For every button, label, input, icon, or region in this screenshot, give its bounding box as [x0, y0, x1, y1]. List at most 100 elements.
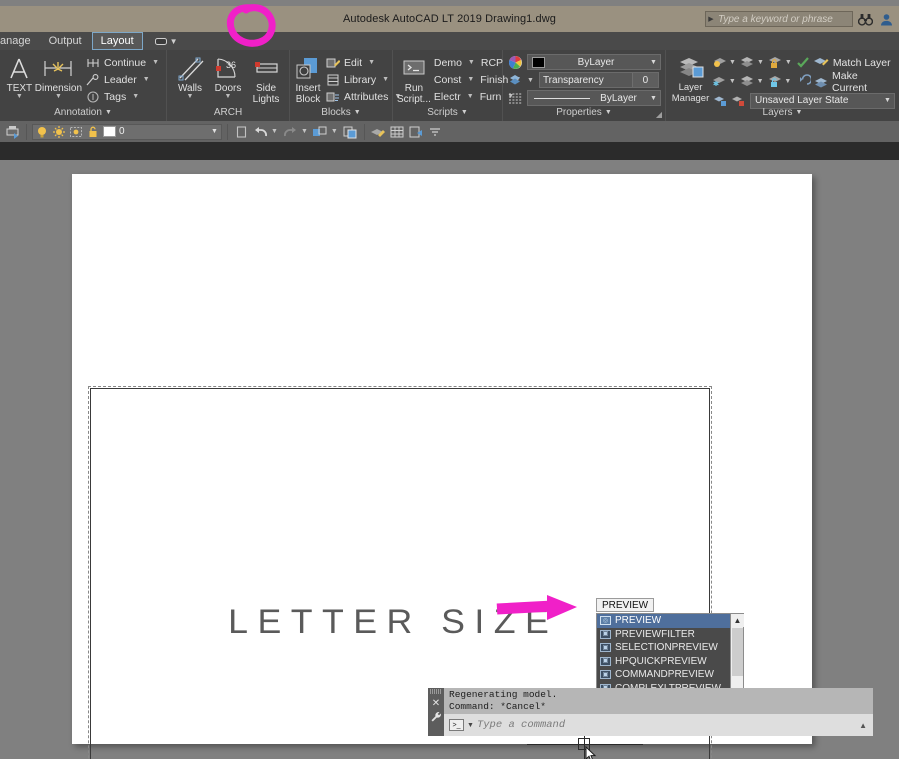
chevron-down-icon[interactable]: ▼ [796, 109, 803, 116]
layer-unisolate-icon[interactable] [795, 55, 812, 71]
scrollbar-thumb[interactable] [732, 628, 743, 676]
chevron-down-icon[interactable] [427, 123, 444, 140]
chevron-down-icon[interactable]: ▼ [467, 93, 474, 100]
electr-button[interactable]: Electr ▼ [431, 88, 477, 105]
ribbon-display-options[interactable]: ▼ [154, 37, 178, 46]
export-icon[interactable] [408, 123, 425, 140]
chevron-down-icon[interactable]: ▼ [527, 77, 534, 84]
panel-title-arch[interactable]: ARCH [167, 104, 289, 121]
layer-lock-icon[interactable] [767, 55, 784, 71]
copy-icon[interactable] [342, 123, 359, 140]
chevron-down-icon[interactable]: ▼ [143, 76, 150, 83]
tab-layout[interactable]: Layout [91, 32, 143, 50]
panel-title-blocks[interactable]: Blocks ▼ [290, 104, 392, 121]
drag-handle[interactable] [430, 689, 442, 694]
current-layer-combo[interactable]: 0 ▼ [32, 123, 222, 140]
text-button[interactable]: TEXT ▼ [4, 53, 35, 100]
walls-button[interactable]: Walls ▼ [171, 53, 209, 100]
run-script-button[interactable]: Run Script... [397, 53, 431, 105]
panel-title-scripts[interactable]: Scripts ▼ [393, 104, 502, 121]
binoculars-icon[interactable] [857, 10, 874, 28]
chevron-down-icon[interactable]: ▼ [467, 76, 474, 83]
chevron-down-icon[interactable]: ▼ [647, 95, 660, 102]
make-current-label[interactable]: Make Current [832, 70, 895, 94]
transparency-icon[interactable] [507, 72, 524, 88]
panel-title-properties[interactable]: Properties ▼ [503, 104, 665, 121]
table-icon[interactable] [389, 123, 406, 140]
chevron-down-icon[interactable]: ▼ [647, 59, 660, 66]
chevron-down-icon[interactable]: ▼ [55, 93, 62, 100]
command-input-row[interactable]: >_ ▼ [444, 714, 873, 736]
chevron-down-icon[interactable]: ▼ [301, 128, 308, 135]
chevron-down-icon[interactable]: ▼ [468, 59, 475, 66]
properties-dialog-launcher-icon[interactable]: ◢ [656, 110, 662, 119]
chevron-down-icon[interactable]: ▼ [784, 78, 791, 85]
chevron-down-icon[interactable]: ▼ [331, 128, 338, 135]
tab-output[interactable]: Output [41, 33, 90, 49]
user-account-icon[interactable] [878, 10, 895, 28]
panel-title-annotation[interactable]: Annotation ▼ [0, 104, 166, 121]
layer-isolate-icon[interactable] [739, 55, 756, 71]
const-button[interactable]: Const ▼ [431, 71, 477, 88]
chevron-down-icon[interactable]: ▼ [354, 109, 361, 116]
color-combo[interactable]: ByLayer ▼ [527, 54, 661, 70]
lightbulb-on-icon[interactable] [33, 123, 50, 140]
command-input[interactable] [476, 719, 873, 731]
chevron-down-icon[interactable]: ▼ [152, 59, 159, 66]
chevron-down-icon[interactable]: ▼ [605, 109, 612, 116]
chevron-down-icon[interactable]: ▼ [461, 109, 468, 116]
chevron-down-icon[interactable]: ▼ [105, 109, 112, 116]
make-current-icon[interactable] [812, 74, 829, 90]
new-layer-icon[interactable] [233, 123, 250, 140]
chevron-down-icon[interactable]: ▼ [170, 37, 178, 46]
side-lights-button[interactable]: Side Lights [247, 53, 285, 105]
block-attributes-button[interactable]: Attributes ▼ [322, 88, 404, 105]
chevron-down-icon[interactable]: ▼ [757, 78, 764, 85]
command-prompt-icon[interactable]: >_ [449, 719, 464, 731]
dimension-button[interactable]: Dimension ▼ [35, 53, 82, 100]
layer-manager-button[interactable]: Layer Manager [670, 52, 711, 104]
doors-button[interactable]: 36 Doors ▼ [209, 53, 247, 100]
list-item[interactable]: ▣ COMMANDPREVIEW [597, 668, 730, 682]
block-library-button[interactable]: Library ▼ [322, 71, 404, 88]
chevron-down-icon[interactable]: ▼ [467, 722, 474, 729]
block-edit-button[interactable]: Edit ▼ [322, 54, 404, 71]
wrench-icon[interactable] [429, 710, 443, 724]
chevron-down-icon[interactable]: ▼ [368, 59, 375, 66]
match-layer-label[interactable]: Match Layer [833, 57, 891, 69]
list-item[interactable]: ▣ HPQUICKPREVIEW [597, 655, 730, 669]
panel-title-layers[interactable]: Layers ▼ [666, 104, 899, 121]
layer-thaw-icon[interactable] [739, 74, 756, 90]
search-box[interactable]: ▶ [705, 11, 853, 27]
transparency-field[interactable]: Transparency 0 [538, 72, 659, 88]
viewport-freeze-icon[interactable] [67, 123, 84, 140]
list-item[interactable]: ▣ PREVIEWFILTER [597, 628, 730, 642]
chevron-down-icon[interactable]: ▼ [208, 128, 221, 135]
close-icon[interactable]: ✕ [429, 696, 443, 710]
unlock-icon[interactable] [84, 123, 101, 140]
chevron-down-icon[interactable]: ▼ [729, 78, 736, 85]
layer-unlock-icon[interactable] [767, 74, 784, 90]
scroll-up-icon[interactable]: ▲ [731, 614, 744, 627]
list-item[interactable]: ▣ SELECTIONPREVIEW [597, 641, 730, 655]
redo-icon[interactable] [282, 123, 299, 140]
chevron-down-icon[interactable]: ▼ [16, 93, 23, 100]
chevron-down-icon[interactable]: ▼ [187, 93, 194, 100]
continue-button[interactable]: Continue ▼ [82, 54, 162, 71]
drawing-canvas[interactable]: LETTER SIZE [0, 160, 899, 759]
move-icon[interactable] [312, 123, 329, 140]
expand-icon[interactable]: ▲ [859, 721, 867, 730]
plot-icon[interactable] [4, 123, 21, 140]
search-input[interactable] [716, 12, 852, 26]
layer-on-off-icon[interactable] [711, 55, 728, 71]
list-item[interactable]: ◎ PREVIEW [597, 614, 730, 628]
chevron-down-icon[interactable]: ▼ [757, 59, 764, 66]
chevron-down-icon[interactable]: ▼ [881, 97, 894, 104]
chevron-down-icon[interactable]: ▼ [132, 93, 139, 100]
layer-freeze-icon[interactable] [711, 74, 728, 90]
chevron-down-icon[interactable]: ▼ [729, 59, 736, 66]
demo-button[interactable]: Demo ▼ [431, 54, 478, 71]
match-properties-icon[interactable] [370, 123, 387, 140]
tags-button[interactable]: Tags ▼ [82, 88, 162, 105]
search-caret-icon[interactable]: ▶ [706, 12, 716, 26]
